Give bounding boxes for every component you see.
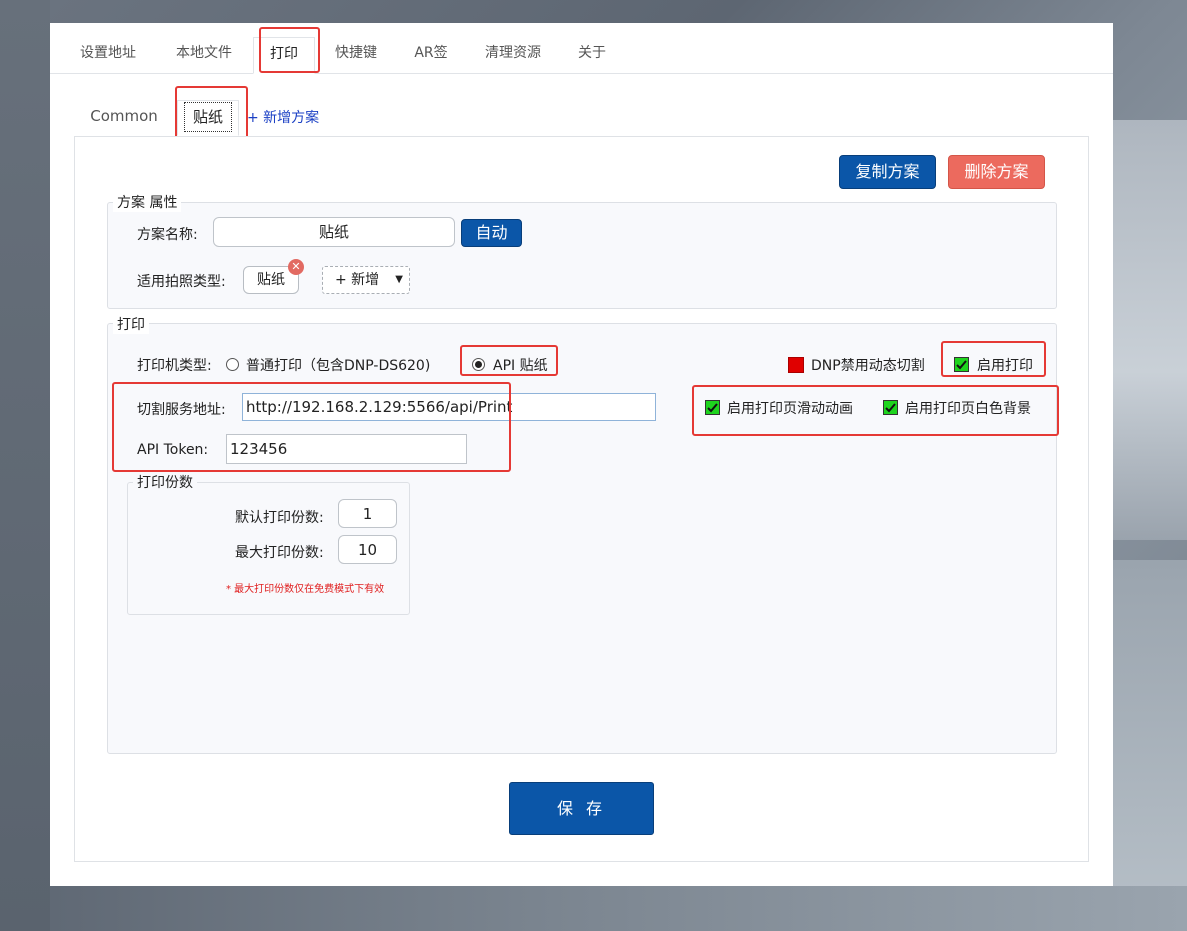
background-shape <box>0 886 1187 931</box>
delete-scheme-button[interactable]: 删除方案 <box>948 155 1045 189</box>
tab-common[interactable]: Common <box>80 100 168 136</box>
print-copies-legend: 打印份数 <box>133 472 197 492</box>
slide-animation-label: 启用打印页滑动动画 <box>727 401 853 417</box>
printer-type-label: 打印机类型: <box>137 358 212 374</box>
enable-print-label: 启用打印 <box>977 358 1033 374</box>
copy-scheme-button[interactable]: 复制方案 <box>839 155 936 189</box>
normal-print-label: 普通打印（包含DNP-DS620) <box>246 358 431 374</box>
add-photo-type-dropdown[interactable]: + 新增 ▼ <box>322 266 410 294</box>
api-sticker-label: API 贴纸 <box>493 358 548 374</box>
max-copies-label: 最大打印份数: <box>235 545 324 561</box>
settings-window: 设置地址 本地文件 打印 快捷键 AR签 清理资源 关于 Common 贴纸 +… <box>50 23 1113 886</box>
dnp-dynamic-cut-checkbox[interactable] <box>788 357 804 373</box>
photo-type-label: 适用拍照类型: <box>137 274 226 290</box>
tab-clean-resources[interactable]: 清理资源 <box>474 37 552 74</box>
tab-about[interactable]: 关于 <box>566 37 618 74</box>
scheme-properties-legend: 方案 属性 <box>113 192 182 212</box>
cut-service-input[interactable]: http://192.168.2.129:5566/api/Print <box>242 393 656 421</box>
tab-sticker-label: 贴纸 <box>183 102 232 132</box>
tab-local-files[interactable]: 本地文件 <box>162 37 246 74</box>
auto-button[interactable]: 自动 <box>461 219 522 247</box>
remove-chip-icon[interactable]: ✕ <box>288 259 304 275</box>
cut-service-label: 切割服务地址: <box>137 402 226 418</box>
white-background-label: 启用打印页白色背景 <box>905 401 1031 417</box>
max-copies-input[interactable]: 10 <box>338 535 397 564</box>
background-shape <box>1113 120 1187 540</box>
tab-set-address[interactable]: 设置地址 <box>68 37 148 74</box>
check-icon <box>956 360 967 370</box>
background-shape <box>0 0 50 931</box>
enable-print-checkbox[interactable] <box>954 357 969 372</box>
scheme-panel: 复制方案 删除方案 方案 属性 方案名称: 贴纸 自动 适用拍照类型: 贴纸 ✕… <box>74 136 1089 862</box>
scheme-name-label: 方案名称: <box>137 227 198 243</box>
radio-normal-print[interactable] <box>226 358 239 371</box>
scheme-name-input[interactable]: 贴纸 <box>213 217 455 247</box>
tab-sticker[interactable]: 贴纸 <box>177 100 239 136</box>
chevron-down-icon: ▼ <box>395 274 403 285</box>
check-icon <box>885 403 896 413</box>
api-token-input[interactable]: 123456 <box>226 434 467 464</box>
api-token-label: API Token: <box>137 442 209 458</box>
check-icon <box>707 403 718 413</box>
dnp-dynamic-cut-label: DNP禁用动态切割 <box>811 358 925 374</box>
slide-animation-checkbox[interactable] <box>705 400 720 415</box>
tab-shortcuts[interactable]: 快捷键 <box>324 37 388 74</box>
default-copies-input[interactable]: 1 <box>338 499 397 528</box>
copies-note: * 最大打印份数仅在免费模式下有效 <box>226 584 385 595</box>
radio-api-sticker[interactable] <box>472 358 485 371</box>
white-background-checkbox[interactable] <box>883 400 898 415</box>
default-copies-label: 默认打印份数: <box>235 510 324 526</box>
tab-ar-sign[interactable]: AR签 <box>402 37 460 74</box>
save-button[interactable]: 保 存 <box>509 782 654 835</box>
top-tab-bar: 设置地址 本地文件 打印 快捷键 AR签 清理资源 关于 <box>50 23 1113 74</box>
print-legend: 打印 <box>113 314 149 334</box>
add-scheme-link[interactable]: + 新增方案 <box>247 107 319 127</box>
add-photo-type-label: + 新增 <box>335 272 380 288</box>
tab-print[interactable]: 打印 <box>253 37 315 74</box>
